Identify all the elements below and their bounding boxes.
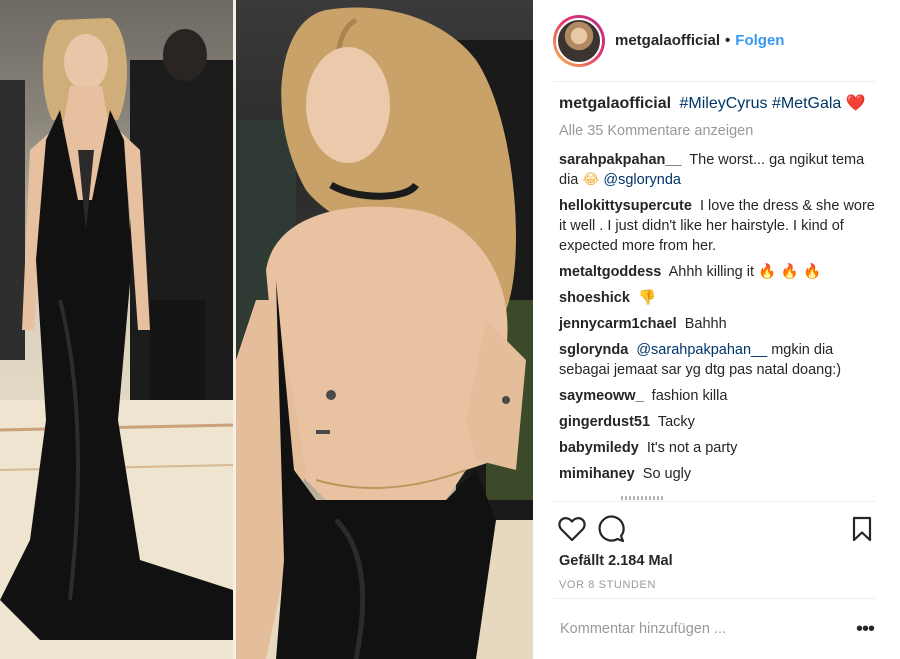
comment-username[interactable]: metaltgoddess <box>559 264 661 280</box>
comments-list: metgalaofficial #MileyCyrus #MetGala ❤️ … <box>559 92 879 490</box>
caption-username[interactable]: metgalaofficial <box>559 95 671 112</box>
laughing-emoji: 😂 <box>582 172 600 188</box>
post-caption: metgalaofficial #MileyCyrus #MetGala ❤️ <box>559 92 879 115</box>
action-section: Gefällt 2.184 Mal VOR 8 STUNDEN <box>553 501 875 591</box>
header-text: metgalaofficial • Folgen <box>615 32 784 49</box>
header-username[interactable]: metgalaofficial <box>615 32 720 49</box>
comment-username[interactable]: sglorynda <box>559 342 628 358</box>
comment-row: babymiledy It's not a party <box>559 438 879 458</box>
like-count[interactable]: Gefällt 2.184 Mal <box>559 553 875 569</box>
more-options-icon[interactable]: ••• <box>855 619 875 639</box>
separator-dot: • <box>725 32 731 49</box>
comment-username[interactable]: mimihaney <box>559 466 635 482</box>
photo-panel-full-length <box>0 0 233 659</box>
photo-panel-back-view <box>236 0 533 659</box>
comment-row: sglorynda @sarahpakpahan__ mgkin dia seb… <box>559 340 879 380</box>
comments-scroll-indicator <box>621 496 665 500</box>
comment-text: So ugly <box>642 466 692 482</box>
post-header: metgalaofficial • Folgen <box>553 0 875 82</box>
avatar[interactable] <box>556 17 602 64</box>
comment-username[interactable]: shoeshick <box>559 290 630 306</box>
thumbs-down-emoji: 👎 <box>637 290 657 306</box>
comment-text: Ahhh killing it <box>668 264 755 280</box>
comment-username[interactable]: sarahpakpahan__ <box>559 152 682 168</box>
action-bar <box>553 514 875 544</box>
mention-link[interactable]: @sarahpakpahan__ <box>636 342 767 358</box>
comment-username[interactable]: hellokittysupercute <box>559 198 692 214</box>
comment-username[interactable]: gingerdust51 <box>559 414 650 430</box>
hashtag-link[interactable]: #MileyCyrus <box>679 95 767 112</box>
comment-row: sarahpakpahan__ The worst... ga ngikut t… <box>559 150 879 190</box>
heart-emoji: ❤️ <box>845 93 866 112</box>
photo-back-view-illustration <box>236 7 533 659</box>
hashtag-link[interactable]: #MetGala <box>772 95 841 112</box>
comment-row: gingerdust51 Tacky <box>559 412 879 432</box>
comment-row: shoeshick 👎 <box>559 288 879 308</box>
fire-emoji: 🔥 🔥 🔥 <box>758 264 822 280</box>
add-comment-bar: ••• <box>553 598 875 659</box>
comment-input[interactable] <box>553 621 855 637</box>
comment-text: Tacky <box>657 414 695 430</box>
mention-link[interactable]: @sglorynda <box>603 172 681 188</box>
comment-text: fashion killa <box>651 388 728 404</box>
comment-row: metaltgoddess Ahhh killing it 🔥 🔥 🔥 <box>559 262 879 282</box>
comment-username[interactable]: jennycarm1chael <box>559 316 677 332</box>
view-all-comments-link[interactable]: Alle 35 Kommentare anzeigen <box>559 121 879 141</box>
comment-username[interactable]: saymeoww_ <box>559 388 644 404</box>
post-photo[interactable] <box>0 0 533 659</box>
comment-row: hellokittysupercute I love the dress & s… <box>559 196 879 256</box>
avatar-story-ring[interactable] <box>553 14 605 67</box>
comment-row: jennycarm1chael Bahhh <box>559 314 879 334</box>
post-side-panel: metgalaofficial • Folgen metgalaofficial… <box>533 0 900 659</box>
photo-full-length-illustration <box>0 18 233 659</box>
comment-row: saymeoww_ fashion killa <box>559 386 879 406</box>
post-timestamp[interactable]: VOR 8 STUNDEN <box>559 579 875 591</box>
comment-text: It's not a party <box>646 440 738 456</box>
comment-row: mimihaney So ugly <box>559 464 879 484</box>
heart-icon[interactable] <box>557 514 587 544</box>
bookmark-icon[interactable] <box>847 514 877 544</box>
comment-text: Bahhh <box>684 316 727 332</box>
comment-bubble-icon[interactable] <box>596 514 626 544</box>
comment-username[interactable]: babymiledy <box>559 440 639 456</box>
follow-button[interactable]: Folgen <box>735 32 784 49</box>
